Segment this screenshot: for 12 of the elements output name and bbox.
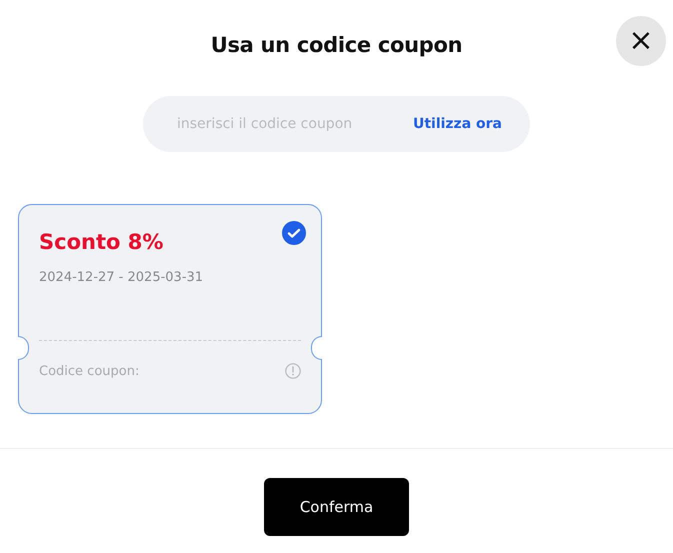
confirm-button[interactable]: Conferma (264, 478, 409, 536)
apply-link[interactable]: Utilizza ora (412, 116, 502, 132)
coupon-code-field[interactable]: inserisci il codice coupon Utilizza ora (143, 96, 530, 152)
coupon-title: Sconto 8% (39, 230, 164, 254)
info-icon[interactable] (285, 363, 301, 379)
ticket-notch (311, 336, 322, 360)
dialog-title: Usa un codice coupon (210, 33, 462, 57)
coupon-code-label: Codice coupon: (39, 364, 140, 378)
coupon-card[interactable]: Sconto 8% 2024-12-27 - 2025-03-31 Codice coupon: (18, 204, 322, 414)
ticket-notch (18, 336, 29, 360)
close-button[interactable]: × (616, 16, 666, 66)
validity-dates: 2024-12-27 - 2025-03-31 (39, 270, 204, 285)
